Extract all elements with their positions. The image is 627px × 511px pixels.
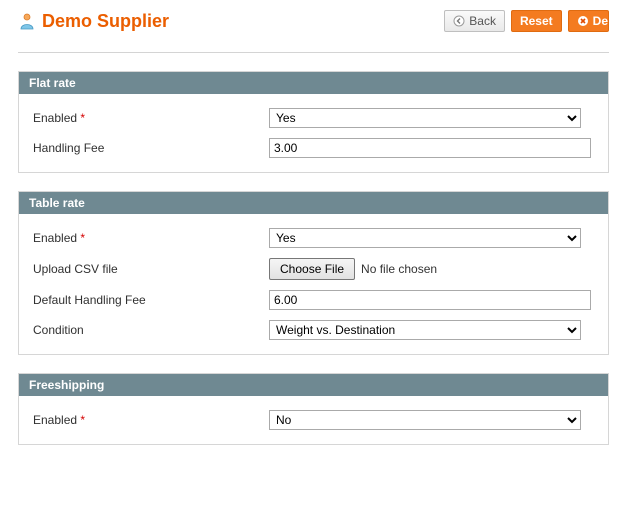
delete-icon [577, 15, 589, 27]
select-table-enabled[interactable]: Yes [269, 228, 581, 248]
select-table-condition[interactable]: Weight vs. Destination [269, 320, 581, 340]
label-table-upload: Upload CSV file [33, 262, 269, 276]
field-table-condition: Condition Weight vs. Destination [33, 320, 594, 340]
supplier-icon [18, 12, 36, 30]
input-table-default-handling[interactable] [269, 290, 591, 310]
back-button-label: Back [469, 14, 496, 28]
section-freeshipping: Freeshipping Enabled * No [18, 373, 609, 445]
label-table-enabled: Enabled * [33, 231, 269, 245]
value-flat-handling [269, 138, 581, 158]
file-status-text: No file chosen [361, 262, 437, 276]
section-body-flat-rate: Enabled * Yes Handling Fee [19, 94, 608, 172]
section-body-freeshipping: Enabled * No [19, 396, 608, 444]
page: Demo Supplier Back Reset [0, 0, 627, 483]
delete-button[interactable]: De [568, 10, 609, 32]
back-icon [453, 15, 465, 27]
delete-button-label: De [593, 14, 608, 28]
field-flat-handling: Handling Fee [33, 138, 594, 158]
reset-button[interactable]: Reset [511, 10, 562, 32]
select-free-enabled[interactable]: No [269, 410, 581, 430]
label-text-flat-enabled: Enabled [33, 111, 77, 125]
required-mark: * [80, 413, 85, 427]
select-flat-enabled[interactable]: Yes [269, 108, 581, 128]
label-flat-handling: Handling Fee [33, 141, 269, 155]
page-title: Demo Supplier [42, 11, 169, 32]
section-header-table-rate: Table rate [19, 192, 608, 214]
value-free-enabled: No [269, 410, 581, 430]
header-buttons: Back Reset De [444, 10, 609, 32]
label-text-table-enabled: Enabled [33, 231, 77, 245]
label-flat-enabled: Enabled * [33, 111, 269, 125]
label-table-condition: Condition [33, 323, 269, 337]
field-table-upload: Upload CSV file Choose File No file chos… [33, 258, 594, 280]
section-table-rate: Table rate Enabled * Yes Upload CSV file [18, 191, 609, 355]
value-flat-enabled: Yes [269, 108, 581, 128]
file-input-wrap: Choose File No file chosen [269, 258, 581, 280]
title-wrap: Demo Supplier [18, 11, 169, 32]
section-header-flat-rate: Flat rate [19, 72, 608, 94]
required-mark: * [80, 231, 85, 245]
label-table-default-handling: Default Handling Fee [33, 293, 269, 307]
page-header: Demo Supplier Back Reset [18, 10, 609, 46]
back-button[interactable]: Back [444, 10, 505, 32]
value-table-enabled: Yes [269, 228, 581, 248]
field-flat-enabled: Enabled * Yes [33, 108, 594, 128]
required-mark: * [80, 111, 85, 125]
section-flat-rate: Flat rate Enabled * Yes Handling Fee [18, 71, 609, 173]
section-body-table-rate: Enabled * Yes Upload CSV file Choose Fil… [19, 214, 608, 354]
field-table-enabled: Enabled * Yes [33, 228, 594, 248]
value-table-upload: Choose File No file chosen [269, 258, 581, 280]
value-table-default-handling [269, 290, 581, 310]
reset-button-label: Reset [520, 14, 553, 28]
header-divider [18, 52, 609, 53]
label-free-enabled: Enabled * [33, 413, 269, 427]
section-header-freeshipping: Freeshipping [19, 374, 608, 396]
field-table-default-handling: Default Handling Fee [33, 290, 594, 310]
label-text-free-enabled: Enabled [33, 413, 77, 427]
choose-file-button[interactable]: Choose File [269, 258, 355, 280]
value-table-condition: Weight vs. Destination [269, 320, 581, 340]
field-free-enabled: Enabled * No [33, 410, 594, 430]
input-flat-handling[interactable] [269, 138, 591, 158]
